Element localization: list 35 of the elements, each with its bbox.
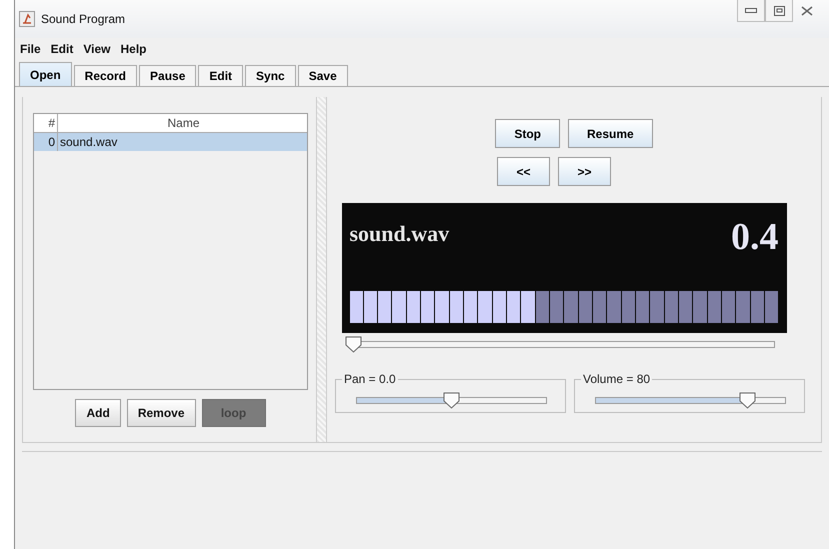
app-icon xyxy=(19,11,35,27)
transport-button[interactable]: Resume xyxy=(568,119,653,148)
minimize-icon xyxy=(745,8,757,14)
menu-item[interactable]: File xyxy=(19,42,42,58)
pan-label: Pan = 0.0 xyxy=(342,372,398,386)
close-icon xyxy=(801,6,813,16)
maximize-icon xyxy=(774,6,784,16)
tab[interactable]: Pause xyxy=(139,65,196,86)
tab[interactable]: Open xyxy=(19,62,72,86)
minimize-button[interactable] xyxy=(737,0,765,22)
row-number: 0 xyxy=(34,133,58,151)
button[interactable]: Remove xyxy=(126,399,196,427)
tab[interactable]: Sync xyxy=(245,65,296,86)
file-name: sound.wav xyxy=(350,221,450,247)
menu-item[interactable]: Edit xyxy=(50,42,74,58)
tab[interactable]: Save xyxy=(298,65,348,86)
table-row[interactable]: 0 sound.wav xyxy=(34,133,307,151)
tab[interactable]: Record xyxy=(74,65,138,86)
slider-thumb[interactable] xyxy=(443,392,460,409)
menu-item[interactable]: Help xyxy=(119,42,148,58)
window-title: Sound Program xyxy=(41,12,126,26)
slider-thumb[interactable] xyxy=(739,392,756,409)
seek-button[interactable]: << xyxy=(497,157,550,186)
slider-thumb[interactable] xyxy=(345,336,362,353)
maximize-button[interactable] xyxy=(765,0,793,22)
transport-button[interactable]: Stop xyxy=(495,119,560,148)
tab[interactable]: Edit xyxy=(198,65,244,86)
column-header[interactable]: Name xyxy=(58,114,307,132)
button[interactable]: Add xyxy=(75,399,121,427)
column-header[interactable]: # xyxy=(34,114,58,132)
volume-label: Volume = 80 xyxy=(581,372,652,386)
file-name: sound.wav xyxy=(59,134,118,151)
menu-item[interactable]: View xyxy=(82,42,112,58)
time-reading: 0.4 xyxy=(731,215,778,259)
seek-button[interactable]: >> xyxy=(558,157,611,186)
